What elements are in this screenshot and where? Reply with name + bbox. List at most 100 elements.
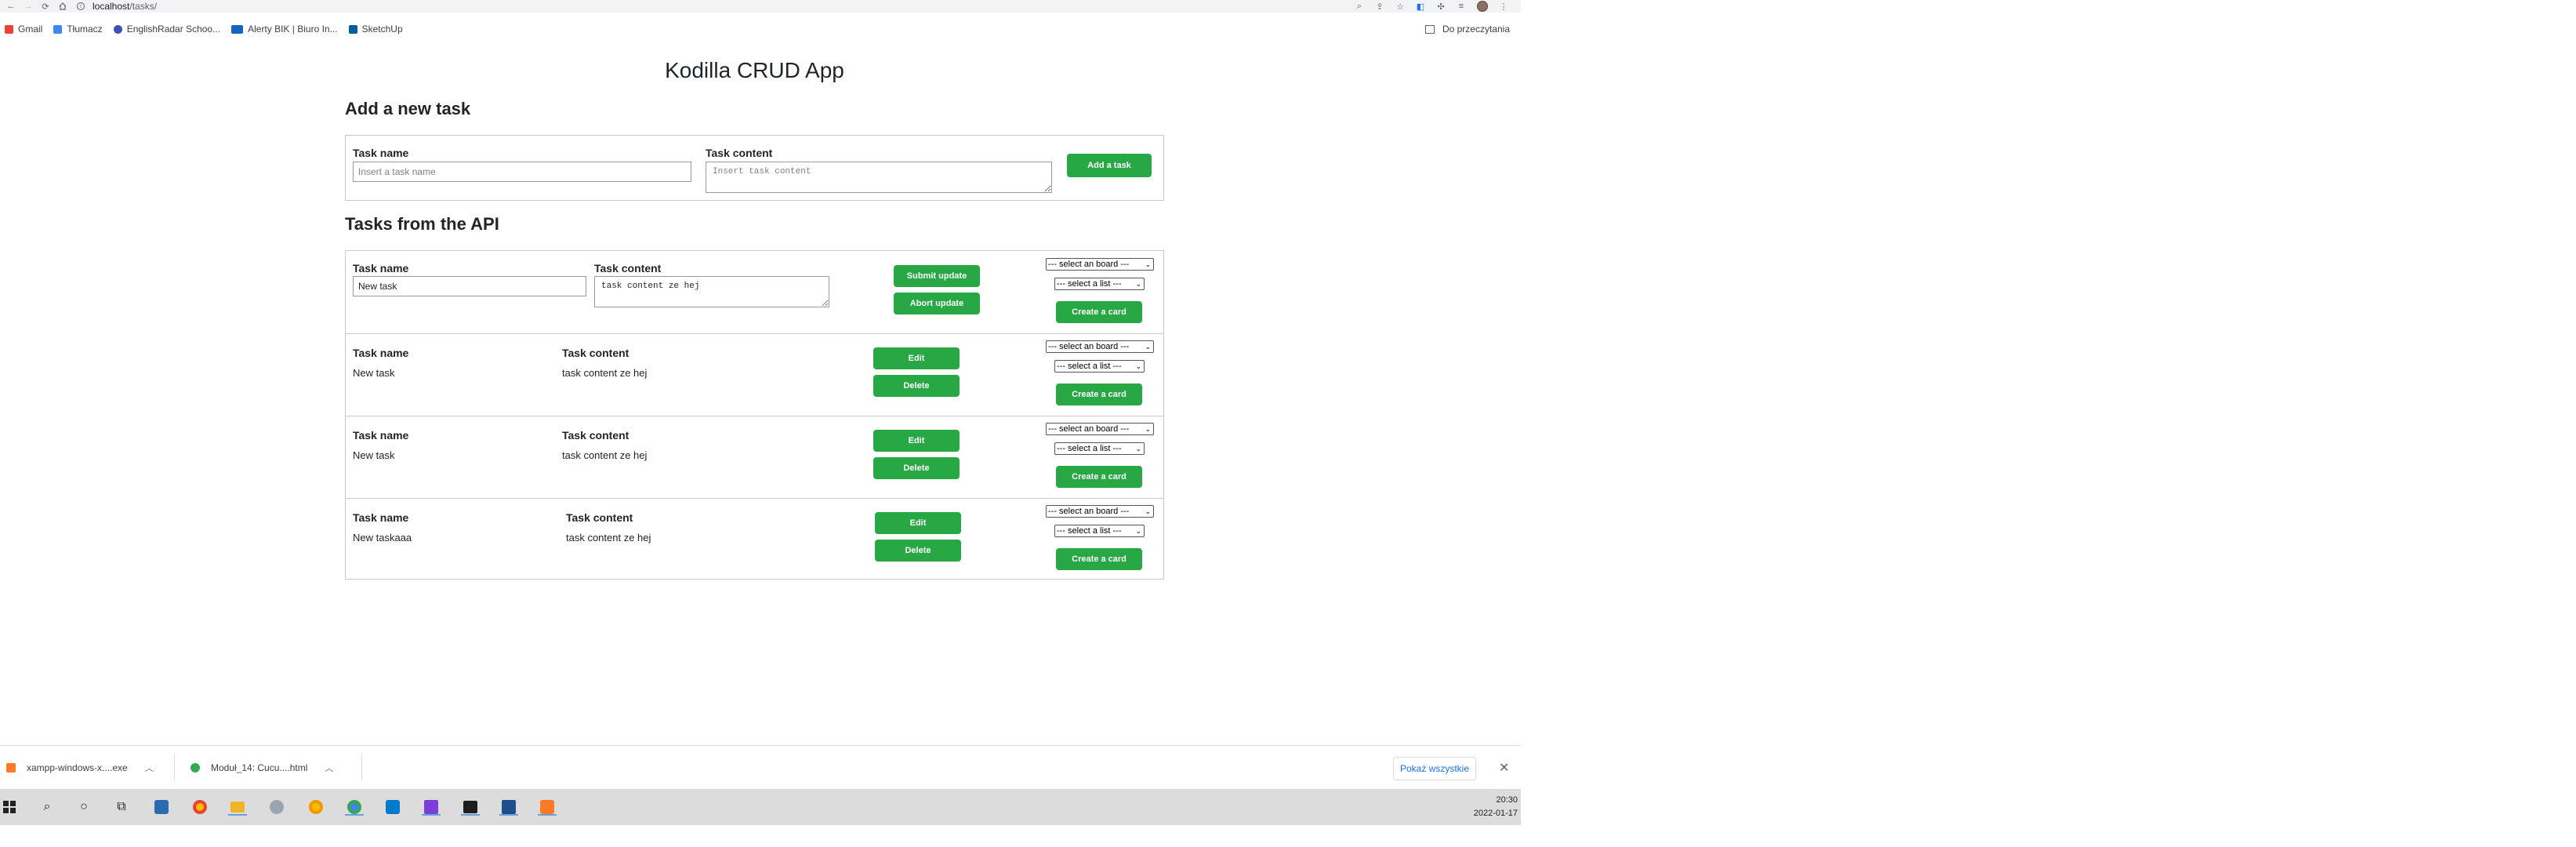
star-icon[interactable]: ☆ — [1395, 2, 1405, 12]
active-indicator — [228, 814, 247, 816]
bookmark-label: EnglishRadar Schoo... — [126, 24, 221, 35]
bookmark-translate[interactable]: Tłumacz — [53, 24, 103, 35]
network-app-icon[interactable] — [267, 798, 286, 816]
downloads-shelf: xampp-windows-x....exe ︿ Moduł_14: Cucu.… — [0, 745, 1521, 789]
url-host: localhost — [93, 1, 130, 12]
create-card-button[interactable]: Create a card — [1056, 548, 1142, 570]
file-explorer-icon[interactable] — [228, 798, 247, 816]
task-content-edit-textarea[interactable]: task content ze hej — [594, 276, 829, 307]
chevron-down-icon: ⌄ — [1135, 280, 1141, 288]
bookmark-gmail[interactable]: Gmail — [5, 24, 42, 35]
download-label: Moduł_14: Cucu....html — [211, 762, 308, 773]
board-select[interactable]: --- select an board --- ⌄ — [1046, 340, 1154, 353]
task-content-label: Task content — [562, 347, 629, 359]
address-bar[interactable]: i localhost/tasks/ — [77, 1, 157, 12]
calculator-app-icon[interactable] — [152, 798, 171, 816]
task-name-label: Task name — [353, 147, 409, 159]
download-item[interactable]: Moduł_14: Cucu....html ︿ — [190, 755, 333, 780]
snipping-tool-icon[interactable] — [499, 798, 518, 816]
chevron-up-icon[interactable]: ︿ — [325, 762, 333, 774]
edit-button[interactable]: Edit — [875, 512, 961, 534]
list-select-value: --- select a list --- — [1057, 526, 1122, 536]
create-card-button[interactable]: Create a card — [1056, 301, 1142, 323]
active-indicator — [422, 814, 441, 816]
add-task-button[interactable]: Add a task — [1067, 154, 1152, 177]
bookmark-label: Gmail — [18, 24, 43, 35]
task-name-label: Task name — [353, 429, 409, 442]
task-name-label: Task name — [353, 262, 409, 274]
submit-update-button[interactable]: Submit update — [894, 265, 980, 287]
task-content-label: Task content — [566, 511, 633, 524]
active-indicator — [345, 814, 364, 816]
bookmark-sketchup[interactable]: SketchUp — [348, 24, 403, 35]
home-icon[interactable] — [56, 0, 69, 13]
xampp-file-icon — [6, 763, 16, 772]
reading-list-icon[interactable]: ≡ — [1457, 2, 1466, 11]
vscode-icon[interactable] — [383, 798, 402, 816]
back-arrow-icon[interactable]: ← — [5, 0, 17, 13]
abort-update-button[interactable]: Abort update — [894, 293, 980, 314]
zoom-icon[interactable]: ⌕ — [1355, 2, 1364, 11]
create-card-button[interactable]: Create a card — [1056, 384, 1142, 405]
bik-icon — [231, 24, 244, 34]
browser-toolbar: ← → ⟳ i localhost/tasks/ ⌕ ⇪ ☆ ◧ ✣ ≡ ⋮ — [0, 0, 1521, 13]
board-select-value: --- select an board --- — [1048, 507, 1130, 516]
task-row: Task name New task Task content task con… — [346, 416, 1163, 498]
reload-icon[interactable]: ⟳ — [39, 0, 52, 13]
show-all-button[interactable]: Pokaż wszystkie — [1393, 757, 1476, 780]
task-name-label: Task name — [353, 347, 409, 359]
board-select[interactable]: --- select an board --- ⌄ — [1046, 423, 1154, 435]
list-select[interactable]: --- select a list --- ⌄ — [1054, 278, 1145, 290]
puzzle-extensions-icon[interactable]: ✣ — [1436, 2, 1446, 12]
chevron-up-icon[interactable]: ︿ — [145, 762, 154, 774]
task-view-icon[interactable]: ⧉ — [112, 798, 131, 816]
task-name-label: Task name — [353, 511, 409, 524]
task-content-value: task content ze hej — [566, 532, 651, 543]
forward-arrow-icon[interactable]: → — [22, 0, 34, 13]
list-select[interactable]: --- select a list --- ⌄ — [1054, 442, 1145, 455]
terminal-icon[interactable] — [461, 798, 480, 816]
chrome-active-icon[interactable] — [345, 798, 364, 816]
edit-button[interactable]: Edit — [873, 347, 960, 369]
download-item[interactable]: xampp-windows-x....exe ︿ — [6, 755, 154, 780]
system-clock[interactable]: 20:30 2022-01-17 — [1455, 794, 1518, 820]
search-icon[interactable]: ⌕ — [38, 798, 56, 816]
bookmark-bik[interactable]: Alerty BIK | Biuro In... — [231, 24, 338, 35]
delete-button[interactable]: Delete — [873, 457, 960, 479]
divider — [174, 754, 175, 780]
chevron-down-icon: ⌄ — [1145, 507, 1151, 515]
chrome-canary-icon[interactable] — [307, 798, 325, 816]
task-row: Task name New task Task content task con… — [346, 333, 1163, 416]
task-name-input[interactable] — [353, 162, 691, 182]
task-content-value: task content ze hej — [562, 367, 648, 379]
list-select[interactable]: --- select a list --- ⌄ — [1054, 360, 1145, 373]
tasks-heading: Tasks from the API — [345, 214, 499, 234]
task-name-edit-input[interactable] — [353, 276, 586, 296]
share-icon[interactable]: ⇪ — [1375, 2, 1384, 12]
chrome-file-icon — [190, 763, 200, 772]
close-icon[interactable]: ✕ — [1499, 760, 1509, 776]
windows-start-icon[interactable] — [0, 798, 19, 816]
list-select-value: --- select a list --- — [1057, 362, 1122, 371]
task-row: Task name Task content task content ze h… — [346, 251, 1163, 333]
download-label: xampp-windows-x....exe — [27, 762, 128, 773]
delete-button[interactable]: Delete — [873, 375, 960, 397]
info-icon[interactable]: i — [77, 2, 85, 10]
extension-translate-icon[interactable]: ◧ — [1416, 2, 1425, 12]
profile-avatar[interactable] — [1477, 1, 1488, 12]
xampp-app-icon[interactable] — [538, 798, 557, 816]
delete-button[interactable]: Delete — [875, 540, 961, 562]
board-select[interactable]: --- select an board --- ⌄ — [1046, 505, 1154, 518]
bookmark-englishradar[interactable]: EnglishRadar Schoo... — [113, 24, 221, 35]
task-content-textarea[interactable] — [706, 162, 1052, 193]
menu-kebab-icon[interactable]: ⋮ — [1499, 2, 1508, 12]
create-card-button[interactable]: Create a card — [1056, 466, 1142, 488]
reading-list-button[interactable]: Do przeczytania — [1424, 24, 1510, 35]
cortana-icon[interactable]: ○ — [74, 798, 93, 816]
list-select[interactable]: --- select a list --- ⌄ — [1054, 525, 1145, 537]
intellij-icon[interactable] — [422, 798, 441, 816]
list-select-value: --- select a list --- — [1057, 444, 1122, 453]
chrome-app-icon[interactable] — [190, 798, 209, 816]
board-select[interactable]: --- select an board --- ⌄ — [1046, 258, 1154, 271]
edit-button[interactable]: Edit — [873, 430, 960, 452]
